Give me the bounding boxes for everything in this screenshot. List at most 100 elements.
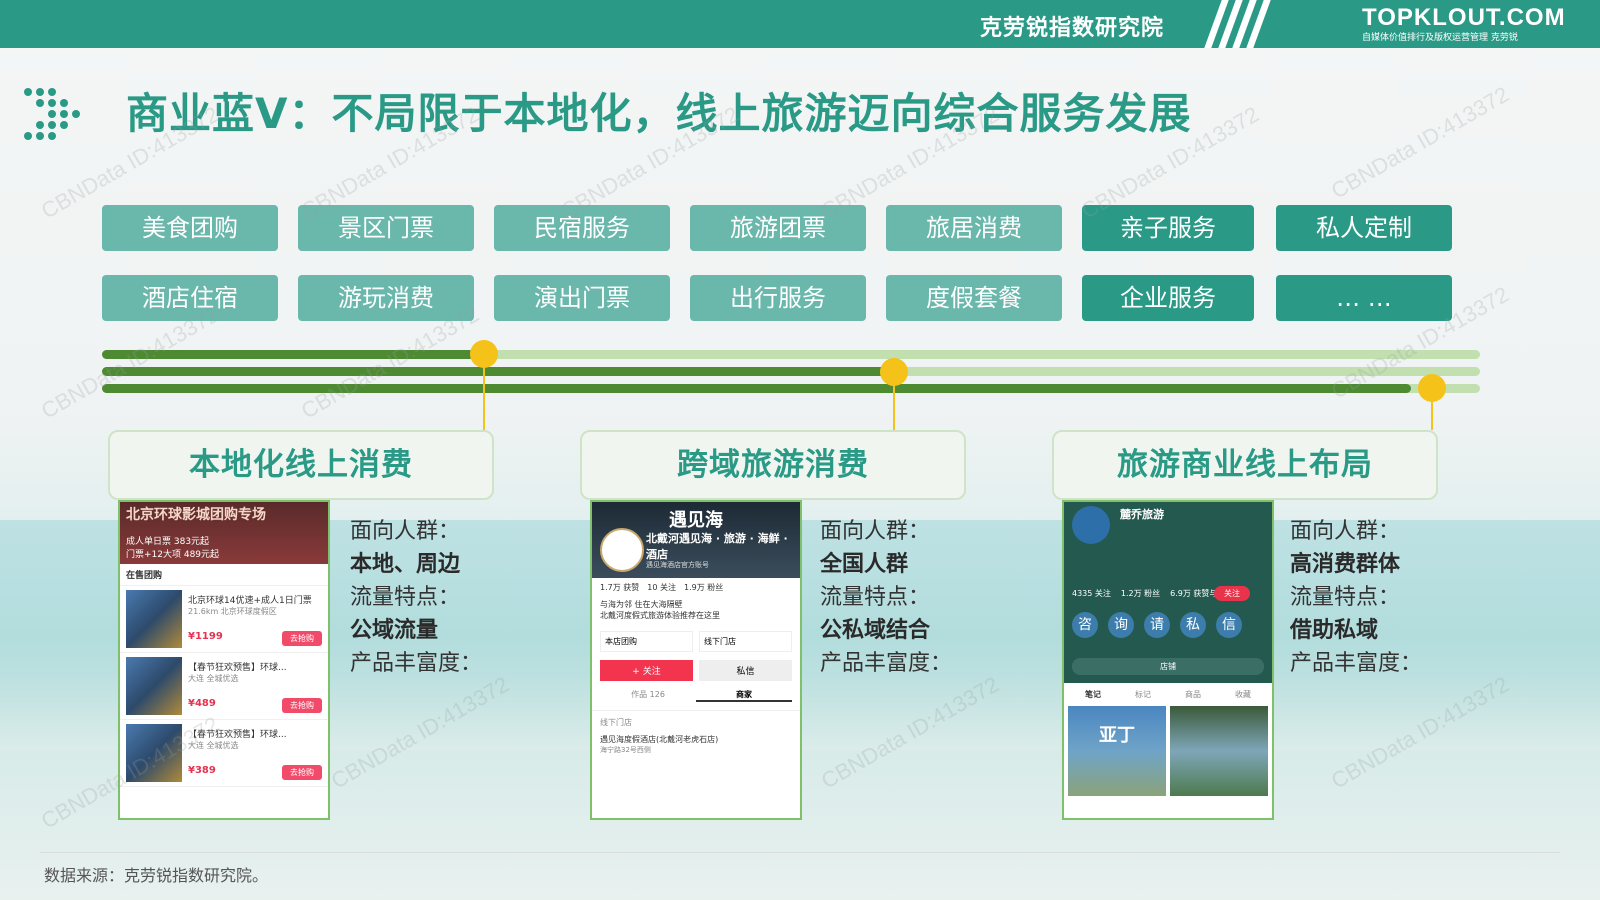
shop-group-buy[interactable]: 本店团购 <box>600 631 693 652</box>
marker-dot-3 <box>1418 374 1446 402</box>
tab-products[interactable]: 商品 <box>1168 689 1218 700</box>
buy-button[interactable]: 去抢购 <box>282 697 322 713</box>
traffic-value: 借助私域 <box>1290 618 1379 643</box>
tag-private-custom: 私人定制 <box>1276 205 1452 251</box>
tag-vacation-package: 度假套餐 <box>886 275 1062 321</box>
phone1-banner: 北京环球影城团购专场 <box>126 507 266 523</box>
item-price: ¥489 <box>188 697 216 709</box>
phone1-banner-sub2: 门票+12大项 489元起 <box>126 550 220 560</box>
stage3-info: 面向人群： 高消费群体 流量特点： 借助私域 产品丰富度： <box>1290 515 1422 680</box>
phone3-name: 麓乔旅游 <box>1120 508 1164 521</box>
audience-value: 全国人群 <box>820 552 909 577</box>
marker-line-3 <box>1431 400 1433 430</box>
phone2-bio2: 北戴河度假式旅游体验推荐在这里 <box>600 611 720 620</box>
private-icon[interactable]: 私 <box>1180 612 1206 638</box>
marker-line-2 <box>893 384 895 430</box>
phone-screenshot-cross-region: 遇见海 北戴河遇见海 · 旅游 · 海鲜 · 酒店 遇见海酒店官方账号 1.7万… <box>590 500 802 820</box>
tab-notes[interactable]: 笔记 <box>1068 689 1118 700</box>
phone1-item-2[interactable]: 【春节狂欢预售】环球... 大连 全城优选 ¥489 去抢购 <box>120 653 328 720</box>
letter-icon[interactable]: 信 <box>1216 612 1242 638</box>
traffic-label: 流量特点： <box>820 585 931 610</box>
item-price: ¥1199 <box>188 630 223 642</box>
marker-dot-2 <box>880 358 908 386</box>
phone-screenshot-commercial: 麓乔旅游 4335 关注 1.2万 粉丝 6.9万 获赞与收藏 关注 咨 询 请… <box>1062 500 1274 820</box>
phone2-tagline: 遇见海酒店官方账号 <box>646 561 709 569</box>
item-meta: 21.6km 北京环球度假区 <box>188 606 277 616</box>
phone2-bio: 与海为邻 住在大海隔壁 <box>600 600 683 609</box>
richness-label: 产品丰富度： <box>350 651 483 676</box>
topklout-logo[interactable]: TOPKLOUT.COM 自媒体价值排行及版权运营管理 克劳锐 <box>1362 4 1566 44</box>
inquiry-icon[interactable]: 询 <box>1108 612 1134 638</box>
store-name[interactable]: 遇见海度假酒店(北戴河老虎石店) <box>592 734 800 745</box>
stage-title-commercial: 旅游商业线上布局 <box>1052 430 1438 500</box>
audience-label: 面向人群： <box>350 519 461 544</box>
progress-track-2 <box>102 367 1480 376</box>
audience-value: 本地、周边 <box>350 552 461 577</box>
follow-button[interactable]: 关注 <box>1214 586 1250 601</box>
tab-favorites[interactable]: 收藏 <box>1218 689 1268 700</box>
note-image[interactable]: 亚丁 <box>1068 706 1166 796</box>
item-thumbnail <box>126 590 182 648</box>
tag-show-tickets: 演出门票 <box>494 275 670 321</box>
tab-merchant[interactable]: 商家 <box>696 689 792 702</box>
request-icon[interactable]: 请 <box>1144 612 1170 638</box>
stage-title-cross-region: 跨域旅游消费 <box>580 430 966 500</box>
stripes-decoration <box>1204 0 1275 48</box>
item-price: ¥389 <box>188 764 216 776</box>
stat-fans: 1.2万 粉丝 <box>1120 589 1161 598</box>
phone2-name: 北戴河遇见海 · 旅游 · 海鲜 · 酒店 <box>646 532 788 561</box>
stage-title-local: 本地化线上消费 <box>108 430 494 500</box>
shop-offline[interactable]: 线下门店 <box>699 631 792 652</box>
progress-track-3 <box>102 384 1480 393</box>
tag-sojourn: 旅居消费 <box>886 205 1062 251</box>
store-label: 线下门店 <box>600 718 632 727</box>
tab-works[interactable]: 作品 126 <box>600 689 696 702</box>
audience-value: 高消费群体 <box>1290 552 1401 577</box>
traffic-label: 流量特点： <box>350 585 461 610</box>
tag-enterprise-service: 企业服务 <box>1082 275 1254 321</box>
phone1-item-1[interactable]: 北京环球14优速+成人1日门票 21.6km 北京环球度假区 ¥1199 去抢购 <box>120 586 328 653</box>
buy-button[interactable]: 去抢购 <box>282 630 322 646</box>
shop-button[interactable]: 店铺 <box>1072 658 1264 675</box>
follow-button[interactable]: + 关注 <box>600 660 693 681</box>
item-name: 北京环球14优速+成人1日门票 <box>188 595 312 606</box>
stat-following: 4335 关注 <box>1072 589 1111 598</box>
note-image[interactable] <box>1170 706 1268 796</box>
footer-divider <box>40 852 1560 853</box>
richness-label: 产品丰富度： <box>820 651 953 676</box>
audience-label: 面向人群： <box>820 519 931 544</box>
progress-fill-2 <box>102 367 888 376</box>
traffic-value: 公域流量 <box>350 618 439 643</box>
stage1-info: 面向人群： 本地、周边 流量特点： 公域流量 产品丰富度： <box>350 515 482 680</box>
audience-label: 面向人群： <box>1290 519 1401 544</box>
store-address: 海宁路32号西侧 <box>600 746 651 754</box>
item-meta: 大连 全城优选 <box>188 673 239 683</box>
tag-more: … … <box>1276 275 1452 321</box>
traffic-value: 公私域结合 <box>820 618 931 643</box>
tag-food-group-buy: 美食团购 <box>102 205 278 251</box>
progress-fill-3 <box>102 384 1412 393</box>
data-source: 数据来源：克劳锐指数研究院。 <box>44 866 269 885</box>
stat-following: 10 关注 <box>647 583 676 592</box>
marker-dot-1 <box>470 340 498 368</box>
item-name: 【春节狂欢预售】环球... <box>188 662 287 673</box>
tag-travel-service: 出行服务 <box>690 275 866 321</box>
phone1-section: 在售团购 <box>120 564 328 586</box>
phone1-banner-sub1: 成人单日票 383元起 <box>126 537 210 547</box>
item-thumbnail <box>126 657 182 715</box>
richness-label: 产品丰富度： <box>1290 651 1423 676</box>
avatar <box>600 528 644 572</box>
tab-marks[interactable]: 标记 <box>1118 689 1168 700</box>
logo-main: TOPKLOUT.COM <box>1362 4 1566 31</box>
institute-name: 克劳锐指数研究院 <box>980 16 1165 41</box>
progress-track-1 <box>102 350 1480 359</box>
traffic-label: 流量特点： <box>1290 585 1401 610</box>
page-title: 商业蓝V：不局限于本地化，线上旅游迈向综合服务发展 <box>126 89 1192 138</box>
dots-icon <box>24 88 80 140</box>
stage2-info: 面向人群： 全国人群 流量特点： 公私域结合 产品丰富度： <box>820 515 952 680</box>
consult-icon[interactable]: 咨 <box>1072 612 1098 638</box>
stat-fans: 1.9万 粉丝 <box>684 583 724 592</box>
stat-likes: 1.7万 获赞 <box>600 583 640 592</box>
buy-button[interactable]: 去抢购 <box>282 764 322 780</box>
message-button[interactable]: 私信 <box>699 660 792 681</box>
